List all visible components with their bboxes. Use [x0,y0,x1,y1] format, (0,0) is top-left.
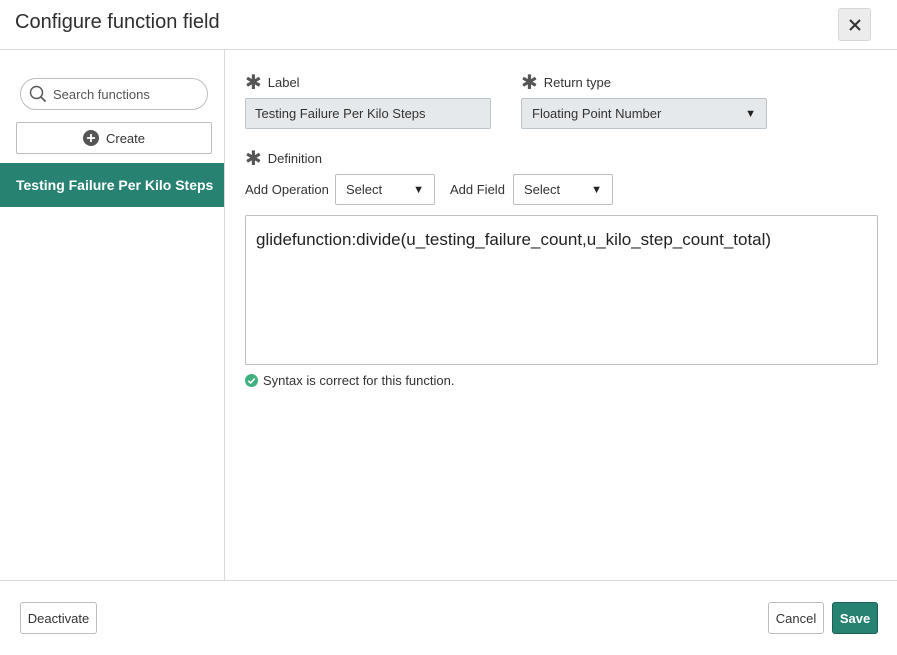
add-operation-value: Select [346,182,383,197]
dropdown-arrow-icon: ▼ [591,183,602,196]
add-field-value: Select [524,182,561,197]
plus-circle-icon [82,130,99,146]
add-operation-label: Add Operation [245,182,329,197]
definition-textarea[interactable]: glidefunction:divide(u_testing_failure_c… [245,215,878,365]
definition-title: ✱ Definition [245,145,322,170]
dropdown-arrow-icon: ▼ [413,183,424,196]
add-field-select[interactable]: Select ▼ [513,174,613,205]
search-icon [29,85,47,103]
search-field[interactable] [20,78,208,110]
check-circle-icon [245,374,258,387]
return-type-select[interactable]: Floating Point Number ▼ [521,98,767,129]
search-input[interactable] [53,86,193,102]
cancel-button[interactable]: Cancel [768,602,824,634]
return-type-value: Floating Point Number [532,106,662,121]
syntax-status: Syntax is correct for this function. [245,373,454,388]
create-button[interactable]: Create [16,122,212,154]
return-type-title: ✱ Return type [521,69,611,94]
close-icon [848,18,861,31]
label-field-title: ✱ Label [245,69,300,94]
label-input[interactable] [245,98,491,129]
return-type-title-text: Return type [543,75,611,90]
definition-title-text: Definition [267,151,322,166]
required-asterisk-icon: ✱ [245,145,262,170]
label-title-text: Label [267,75,300,90]
form-panel: ✱ Label ✱ Return type Floating Point Num… [225,50,897,581]
required-asterisk-icon: ✱ [521,69,538,94]
modal-footer: Deactivate Cancel Save [0,580,897,655]
sidebar-item-function[interactable]: Testing Failure Per Kilo Steps [0,163,224,207]
deactivate-button[interactable]: Deactivate [20,602,97,634]
sidebar-item-label: Testing Failure Per Kilo Steps [16,177,214,193]
dropdown-arrow-icon: ▼ [745,107,756,120]
add-operation-select[interactable]: Select ▼ [335,174,435,205]
add-field-label: Add Field [450,182,505,197]
close-button[interactable] [838,8,871,41]
create-button-label: Create [105,130,146,146]
required-asterisk-icon: ✱ [245,69,262,94]
save-button[interactable]: Save [832,602,878,634]
modal-header: Configure function field [0,0,897,50]
function-sidebar: Create Testing Failure Per Kilo Steps [0,50,225,581]
syntax-message-text: Syntax is correct for this function. [263,373,455,388]
modal-title: Configure function field [15,11,220,33]
